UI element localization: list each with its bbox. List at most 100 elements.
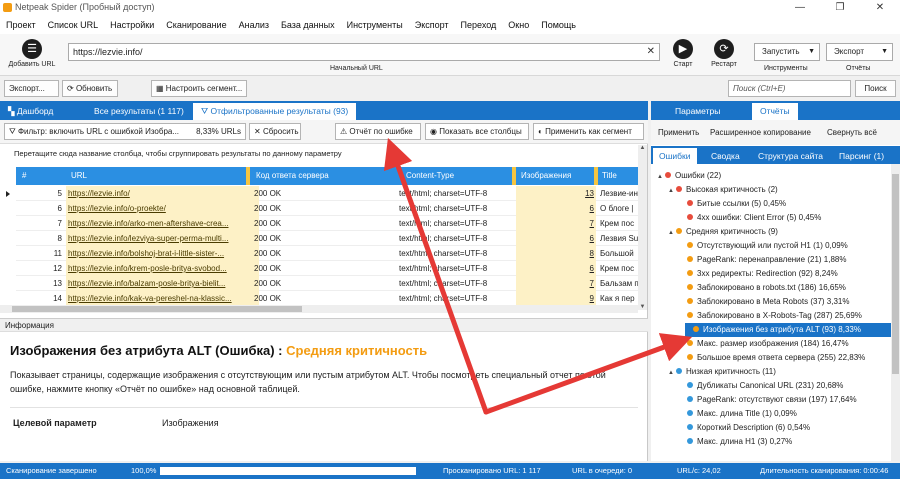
tab-dashboard[interactable]: ▚ Дашборд <box>0 103 61 120</box>
table-vertical-scrollbar[interactable]: ▲ ▼ <box>638 145 647 310</box>
collapse-all-button[interactable]: Свернуть всё <box>827 120 877 145</box>
scrollbar-thumb[interactable] <box>892 174 899 374</box>
col-header-url[interactable]: URL <box>71 167 87 185</box>
segment-button[interactable]: ▦ Настроить сегмент... <box>151 80 247 97</box>
tree-item[interactable]: Макс. длина H1 (3) 0,27% <box>679 435 796 449</box>
cell-url[interactable]: https://lezvie.info/o-proekte/ <box>66 201 259 216</box>
cell-images[interactable]: 6 <box>516 201 596 216</box>
tree-item[interactable]: Макс. длина Title (1) 0,09% <box>679 407 801 421</box>
menu-goto[interactable]: Переход <box>461 20 497 30</box>
cell-url[interactable]: https://lezvie.info/krem-posle-britya-sv… <box>66 261 259 276</box>
scrollbar-thumb[interactable] <box>12 306 302 312</box>
reports-dropdown[interactable]: Экспорт ▼ <box>826 43 893 61</box>
menu-export[interactable]: Экспорт <box>415 20 449 30</box>
restart-button[interactable]: ⟳ Рестарт <box>706 39 742 68</box>
search-button[interactable]: Поиск <box>855 80 896 97</box>
advanced-copy-button[interactable]: Расширенное копирование <box>710 120 811 145</box>
tree-item[interactable]: PageRank: перенаправление (21) 1,88% <box>679 253 850 267</box>
scroll-down-icon[interactable]: ▼ <box>638 304 647 310</box>
table-row[interactable]: 6 https://lezvie.info/o-proekte/ 200 OK … <box>16 201 644 216</box>
col-header-content-type[interactable]: Content-Type <box>406 167 454 185</box>
tree-item[interactable]: ▲ Средняя критичность (9) <box>668 225 782 239</box>
show-all-columns-button[interactable]: ◉ Показать все столбцы <box>425 123 529 140</box>
menu-url-list[interactable]: Список URL <box>48 20 98 30</box>
cell-url[interactable]: https://lezvie.info/ <box>66 186 259 201</box>
add-url-button[interactable]: ☰ Добавить URL <box>6 39 58 68</box>
tab-errors[interactable]: Ошибки <box>653 148 697 164</box>
filter-info-button[interactable]: ⛛ Фильтр: включить URL с ошибкой Изобра.… <box>4 123 246 140</box>
cell-images[interactable]: 9 <box>516 291 596 306</box>
table-row[interactable]: 11 https://lezvie.info/bolshoj-brat-i-li… <box>16 246 644 261</box>
cell-images[interactable]: 7 <box>516 276 596 291</box>
tab-summary[interactable]: Сводка <box>705 148 746 164</box>
menu-window[interactable]: Окно <box>508 20 529 30</box>
tree-item[interactable]: Макс. размер изображения (184) 16,47% <box>679 337 853 351</box>
menu-analysis[interactable]: Анализ <box>239 20 269 30</box>
tab-parameters[interactable]: Параметры <box>667 103 728 120</box>
tree-item[interactable]: PageRank: отсутствуют связи (197) 17,64% <box>679 393 861 407</box>
table-horizontal-scrollbar[interactable] <box>0 305 638 313</box>
tree-item[interactable]: Большое время ответа сервера (255) 22,83… <box>679 351 869 365</box>
menu-scanning[interactable]: Сканирование <box>166 20 226 30</box>
table-row[interactable]: 14 https://lezvie.info/kak-va-pereshel-n… <box>16 291 644 306</box>
menu-tools[interactable]: Инструменты <box>347 20 403 30</box>
table-row[interactable]: 5 https://lezvie.info/ 200 OK text/html;… <box>16 186 644 201</box>
menu-project[interactable]: Проект <box>6 20 36 30</box>
tree-item[interactable]: ▲ Низкая критичность (11) <box>668 365 780 379</box>
collapse-toggle-icon[interactable]: ▲ <box>657 170 665 184</box>
col-header-status-code[interactable]: Код ответа сервера <box>256 167 329 185</box>
tree-item-selected[interactable]: Изображения без атрибута ALT (93) 8,33% <box>685 323 891 337</box>
tree-item[interactable]: Отсутствующий или пустой H1 (1) 0,09% <box>679 239 852 253</box>
col-header-num[interactable]: # <box>22 167 26 185</box>
minimize-button[interactable]: — <box>780 0 820 16</box>
cell-url[interactable]: https://lezvie.info/arko-men-aftershave-… <box>66 216 259 231</box>
cell-url[interactable]: https://lezvie.info/balzam-posle-britya-… <box>66 276 259 291</box>
tree-item[interactable]: ▲ Ошибки (22) <box>657 169 725 183</box>
search-input[interactable]: Поиск (Ctrl+E) <box>728 80 851 97</box>
reset-button[interactable]: ✕ Сбросить <box>249 123 301 140</box>
tree-item[interactable]: Дубликаты Canonical URL (231) 20,68% <box>679 379 847 393</box>
close-button[interactable]: ✕ <box>860 0 900 16</box>
tab-reports[interactable]: Отчёты <box>752 103 798 120</box>
cell-images[interactable]: 13 <box>516 186 596 201</box>
tree-item[interactable]: Короткий Description (6) 0,54% <box>679 421 814 435</box>
tree-item[interactable]: Заблокировано в X-Robots-Tag (287) 25,69… <box>679 309 866 323</box>
tab-all-results[interactable]: Все результаты (1 117) <box>86 103 192 120</box>
cell-url[interactable]: https://lezvie.info/kak-va-pereshel-na-k… <box>66 291 259 306</box>
table-row[interactable]: 12 https://lezvie.info/krem-posle-britya… <box>16 261 644 276</box>
cell-images[interactable]: 6 <box>516 231 596 246</box>
menu-help[interactable]: Помощь <box>541 20 576 30</box>
table-row[interactable]: 7 https://lezvie.info/arko-men-aftershav… <box>16 216 644 231</box>
tree-item[interactable]: ▲ Высокая критичность (2) <box>668 183 782 197</box>
refresh-button[interactable]: ⟳ Обновить <box>62 80 118 97</box>
cell-url[interactable]: https://lezvie.info/lezviya-super-perma-… <box>66 231 259 246</box>
col-header-title[interactable]: Title <box>602 167 617 185</box>
menu-settings[interactable]: Настройки <box>110 20 154 30</box>
scroll-up-icon[interactable]: ▲ <box>638 145 647 151</box>
collapse-toggle-icon[interactable]: ▲ <box>668 366 676 380</box>
tree-item[interactable]: 4xx ошибки: Client Error (5) 0,45% <box>679 211 825 225</box>
clear-icon[interactable]: ✕ <box>647 44 655 60</box>
start-button[interactable]: ▶ Старт <box>668 39 698 68</box>
export-button[interactable]: Экспорт... <box>4 80 59 97</box>
table-row[interactable]: 8 https://lezvie.info/lezviya-super-perm… <box>16 231 644 246</box>
tab-parsing[interactable]: Парсинг (1) <box>833 148 890 164</box>
tab-site-structure[interactable]: Структура сайта <box>752 148 829 164</box>
maximize-button[interactable]: ❐ <box>820 0 860 16</box>
menu-database[interactable]: База данных <box>281 20 335 30</box>
tree-item[interactable]: 3xx редиректы: Redirection (92) 8,24% <box>679 267 842 281</box>
cell-images[interactable]: 6 <box>516 261 596 276</box>
collapse-toggle-icon[interactable]: ▲ <box>668 226 676 240</box>
apply-button[interactable]: Применить <box>658 120 699 145</box>
tree-item[interactable]: Заблокировано в robots.txt (186) 16,65% <box>679 281 850 295</box>
cell-images[interactable]: 7 <box>516 216 596 231</box>
collapse-toggle-icon[interactable]: ▲ <box>668 184 676 198</box>
tools-dropdown[interactable]: Запустить ▼ <box>754 43 820 61</box>
apply-segment-button[interactable]: ◐ Применить как сегмент <box>533 123 644 140</box>
cell-images[interactable]: 8 <box>516 246 596 261</box>
tree-item[interactable]: Заблокировано в Meta Robots (37) 3,31% <box>679 295 853 309</box>
tree-vertical-scrollbar[interactable] <box>891 164 900 461</box>
tab-filtered-results[interactable]: ⛛ Отфильтрованные результаты (93) <box>193 103 357 120</box>
table-row[interactable]: 13 https://lezvie.info/balzam-posle-brit… <box>16 276 644 291</box>
col-header-images[interactable]: Изображения <box>521 167 571 185</box>
